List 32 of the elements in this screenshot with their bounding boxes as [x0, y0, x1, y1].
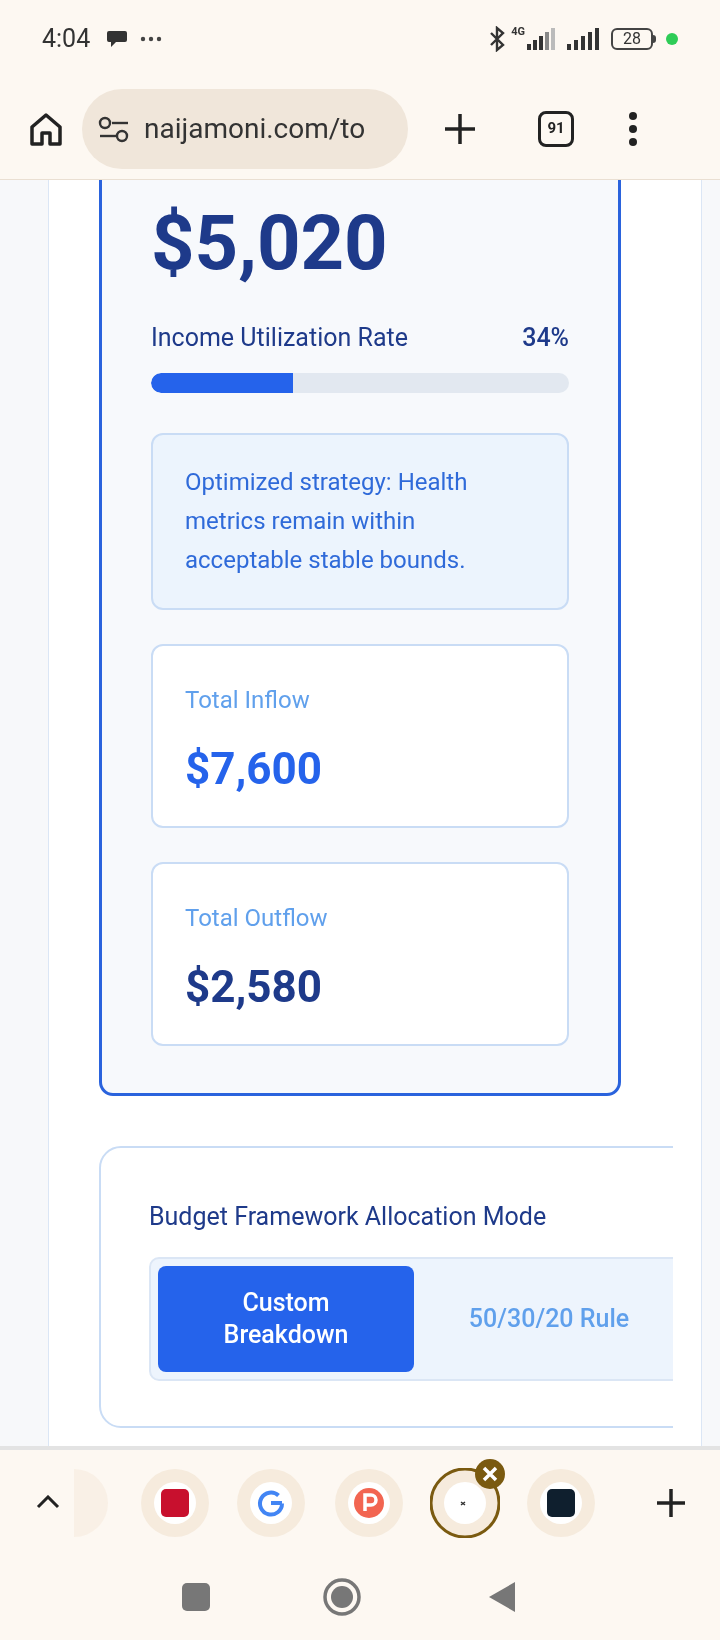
tab-count-button[interactable]: 91 [538, 110, 574, 147]
recents-icon[interactable] [182, 1583, 210, 1611]
home-icon[interactable] [28, 110, 64, 147]
strategy-note: Optimized strategy: Health metrics remain within acceptable stable bounds. [185, 466, 469, 576]
new-tab-icon[interactable] [656, 1488, 686, 1518]
clock: 4:04 [42, 23, 91, 56]
budget-title: Budget Framework Allocation Mode [149, 1200, 548, 1233]
more-icon [140, 36, 163, 42]
stat-label: Total Outflow [185, 902, 329, 934]
signal-icon [527, 28, 557, 50]
stat-label: Total Inflow [185, 684, 311, 716]
stat-value: $2,580 [185, 959, 324, 1015]
bluetooth-icon [489, 26, 506, 52]
expand-icon[interactable] [36, 1495, 60, 1509]
network-type: 4G [511, 26, 525, 37]
utilization-label: Income Utilization Rate [151, 322, 408, 354]
tab-favicon[interactable] [526, 1468, 596, 1538]
chat-icon [106, 29, 129, 49]
balance-amount: $5,020 [151, 205, 389, 281]
site-settings-icon[interactable] [98, 114, 130, 143]
signal-icon [567, 28, 601, 50]
back-icon[interactable] [488, 1581, 516, 1613]
menu-icon[interactable] [628, 111, 638, 146]
home-button-icon[interactable] [322, 1577, 362, 1617]
battery-indicator: 28 [611, 28, 653, 50]
mode-tab[interactable]: Custom Breakdown [158, 1266, 414, 1372]
url-text: naijamoni.com/to [144, 110, 366, 147]
new-tab-icon[interactable] [444, 112, 476, 145]
close-icon[interactable] [474, 1458, 506, 1490]
utilization-value: 34% [522, 322, 569, 354]
stat-value: $7,600 [185, 741, 324, 797]
address-bar[interactable]: naijamoni.com/to [82, 88, 408, 169]
